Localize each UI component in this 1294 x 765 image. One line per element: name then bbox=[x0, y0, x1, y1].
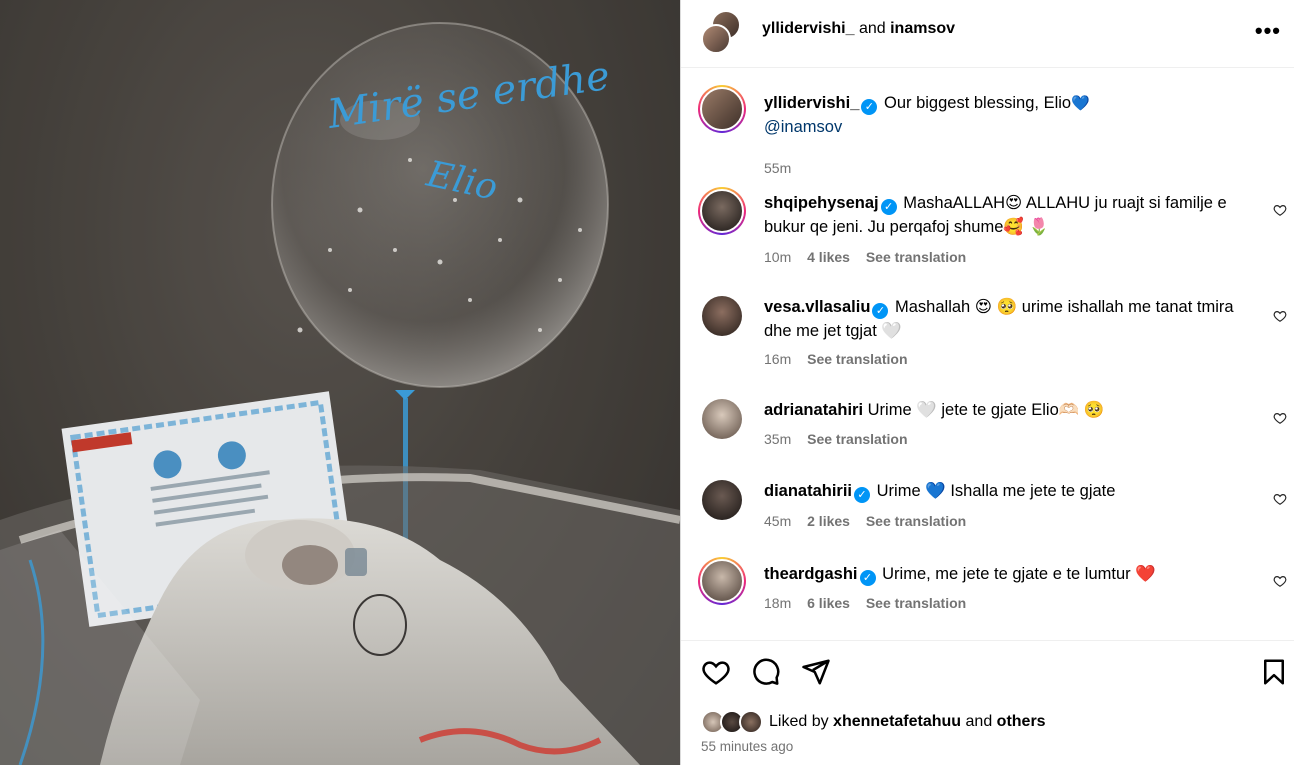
comment-row: vesa.vllasaliu ✓ Mashallah 😍 🥺 urime isha… bbox=[681, 295, 1294, 385]
post-authors: yllidervishi_ and inamsov bbox=[762, 20, 955, 38]
comment-body-line2: dhe me jet tgjat 🤍 bbox=[764, 322, 902, 340]
verified-icon: ✓ bbox=[854, 487, 871, 503]
like-heart-icon[interactable] bbox=[1273, 203, 1287, 217]
blue-heart-icon: 💙 bbox=[1071, 94, 1090, 112]
comment-body-line2: bukur qe jeni. Ju perqafoj shume🥰 🌷 bbox=[764, 218, 1050, 236]
comment-text: shqipehysenaj ✓ MashaALLAH😍 ALLAHU ju rua… bbox=[764, 191, 1254, 239]
comment-likes[interactable]: 2 likes bbox=[807, 513, 850, 529]
avatar[interactable] bbox=[698, 187, 746, 235]
comment-meta: 10m 4 likes See translation bbox=[764, 249, 978, 265]
comment-body-line1: MashaALLAH😍 ALLAHU ju ruajt si familje e bbox=[903, 194, 1227, 212]
comment-username[interactable]: adrianatahiri bbox=[764, 401, 863, 419]
comment-row: shqipehysenaj ✓ MashaALLAH😍 ALLAHU ju rua… bbox=[681, 185, 1294, 285]
see-translation-link[interactable]: See translation bbox=[866, 595, 966, 611]
like-heart-icon[interactable] bbox=[1273, 411, 1287, 425]
verified-icon: ✓ bbox=[861, 99, 878, 115]
liked-by: Liked by xhennetafetahuu and others bbox=[701, 709, 1046, 735]
share-icon[interactable] bbox=[801, 657, 831, 687]
mention-link[interactable]: @inamsov bbox=[764, 118, 842, 136]
avatar[interactable] bbox=[702, 399, 742, 439]
save-bookmark-icon[interactable] bbox=[1259, 657, 1289, 687]
comment-text: dianatahirii ✓ Urime 💙 Ishalla me jete te… bbox=[764, 479, 1254, 503]
post-actions-footer: Liked by xhennetafetahuu and others 55 m… bbox=[681, 640, 1294, 765]
comment-row: theardgashi ✓ Urime, me jete te gjate e t… bbox=[681, 557, 1294, 627]
see-translation-link[interactable]: See translation bbox=[807, 431, 907, 447]
post-details-panel: yllidervishi_ and inamsov ••• yllidervis… bbox=[680, 0, 1294, 765]
avatar[interactable] bbox=[702, 480, 742, 520]
and-label: and bbox=[858, 20, 886, 37]
liked-by-text: Liked by xhennetafetahuu and others bbox=[769, 713, 1046, 731]
comment-likes[interactable]: 6 likes bbox=[807, 595, 850, 611]
comment-time[interactable]: 45m bbox=[764, 513, 791, 529]
see-translation-link[interactable]: See translation bbox=[866, 513, 966, 529]
post-header: yllidervishi_ and inamsov ••• bbox=[681, 0, 1294, 68]
caption-username[interactable]: yllidervishi_ bbox=[764, 94, 859, 112]
author-username[interactable]: inamsov bbox=[890, 20, 955, 37]
comment-text: adrianatahiri Urime 🤍 jete te gjate Elio… bbox=[764, 398, 1254, 422]
comment-time[interactable]: 18m bbox=[764, 595, 791, 611]
like-icon[interactable] bbox=[701, 657, 731, 687]
comments-list[interactable]: yllidervishi_ ✓ Our biggest blessing, Eli… bbox=[681, 69, 1294, 639]
instagram-post-view: Mirë se erdhe Elio yllidervishi_ and ina… bbox=[0, 0, 1294, 765]
caption-text: yllidervishi_ ✓ Our biggest blessing, Eli… bbox=[764, 91, 1254, 139]
comment-body-line1: Mashallah 😍 🥺 urime ishallah me tanat tm… bbox=[895, 298, 1234, 316]
comment-text: theardgashi ✓ Urime, me jete te gjate e t… bbox=[764, 562, 1254, 586]
comment-body-line1: Urime 🤍 jete te gjate Elio🫶🏻 🥺 bbox=[867, 401, 1105, 419]
caption-time[interactable]: 55m bbox=[764, 160, 791, 176]
like-heart-icon[interactable] bbox=[1273, 492, 1287, 506]
comment-time[interactable]: 16m bbox=[764, 351, 791, 367]
see-translation-link[interactable]: See translation bbox=[807, 351, 907, 367]
comment-text: vesa.vllasaliu ✓ Mashallah 😍 🥺 urime isha… bbox=[764, 295, 1254, 343]
liked-by-label: Liked by bbox=[769, 713, 829, 730]
post-timestamp[interactable]: 55 minutes ago bbox=[701, 739, 793, 754]
author-username[interactable]: yllidervishi_ bbox=[762, 20, 855, 37]
verified-icon: ✓ bbox=[880, 199, 897, 215]
comment-meta: 18m 6 likes See translation bbox=[764, 595, 978, 611]
avatar[interactable] bbox=[698, 85, 746, 133]
see-translation-link[interactable]: See translation bbox=[866, 249, 966, 265]
post-photo[interactable]: Mirë se erdhe Elio bbox=[0, 0, 680, 765]
comment-body-line1: Urime 💙 Ishalla me jete te gjate bbox=[876, 482, 1116, 500]
comment-row: dianatahirii ✓ Urime 💙 Ishalla me jete te… bbox=[681, 479, 1294, 549]
liked-by-user[interactable]: xhennetafetahuu bbox=[833, 713, 961, 730]
comment-username[interactable]: dianatahirii bbox=[764, 482, 852, 500]
comment-username[interactable]: theardgashi bbox=[764, 565, 858, 583]
avatar[interactable] bbox=[701, 24, 731, 54]
avatar[interactable] bbox=[698, 557, 746, 605]
avatar[interactable] bbox=[739, 710, 763, 734]
caption: yllidervishi_ ✓ Our biggest blessing, Eli… bbox=[681, 85, 1294, 185]
avatar[interactable] bbox=[702, 296, 742, 336]
like-heart-icon[interactable] bbox=[1273, 309, 1287, 323]
comment-meta: 16m See translation bbox=[764, 351, 920, 367]
comment-time[interactable]: 10m bbox=[764, 249, 791, 265]
verified-icon: ✓ bbox=[872, 303, 889, 319]
verified-icon: ✓ bbox=[859, 570, 876, 586]
liked-and-label: and bbox=[965, 713, 993, 730]
collab-avatars[interactable] bbox=[701, 10, 743, 54]
comment-row: adrianatahiri Urime 🤍 jete te gjate Elio… bbox=[681, 398, 1294, 468]
comment-likes[interactable]: 4 likes bbox=[807, 249, 850, 265]
comment-body-line1: Urime, me jete te gjate e te lumtur ❤️ bbox=[882, 565, 1156, 583]
comment-icon[interactable] bbox=[751, 657, 781, 687]
more-options-icon[interactable]: ••• bbox=[1255, 18, 1281, 44]
caption-meta: 55m bbox=[764, 160, 803, 176]
comment-time[interactable]: 35m bbox=[764, 431, 791, 447]
comment-meta: 45m 2 likes See translation bbox=[764, 513, 978, 529]
comment-username[interactable]: shqipehysenaj bbox=[764, 194, 879, 212]
like-heart-icon[interactable] bbox=[1273, 574, 1287, 588]
liked-avatars[interactable] bbox=[701, 709, 769, 735]
liked-others-link[interactable]: others bbox=[997, 713, 1046, 730]
photo-illustration: Mirë se erdhe Elio bbox=[0, 0, 680, 765]
comment-username[interactable]: vesa.vllasaliu bbox=[764, 298, 870, 316]
comment-meta: 35m See translation bbox=[764, 431, 920, 447]
caption-body: Our biggest blessing, Elio bbox=[883, 94, 1072, 112]
